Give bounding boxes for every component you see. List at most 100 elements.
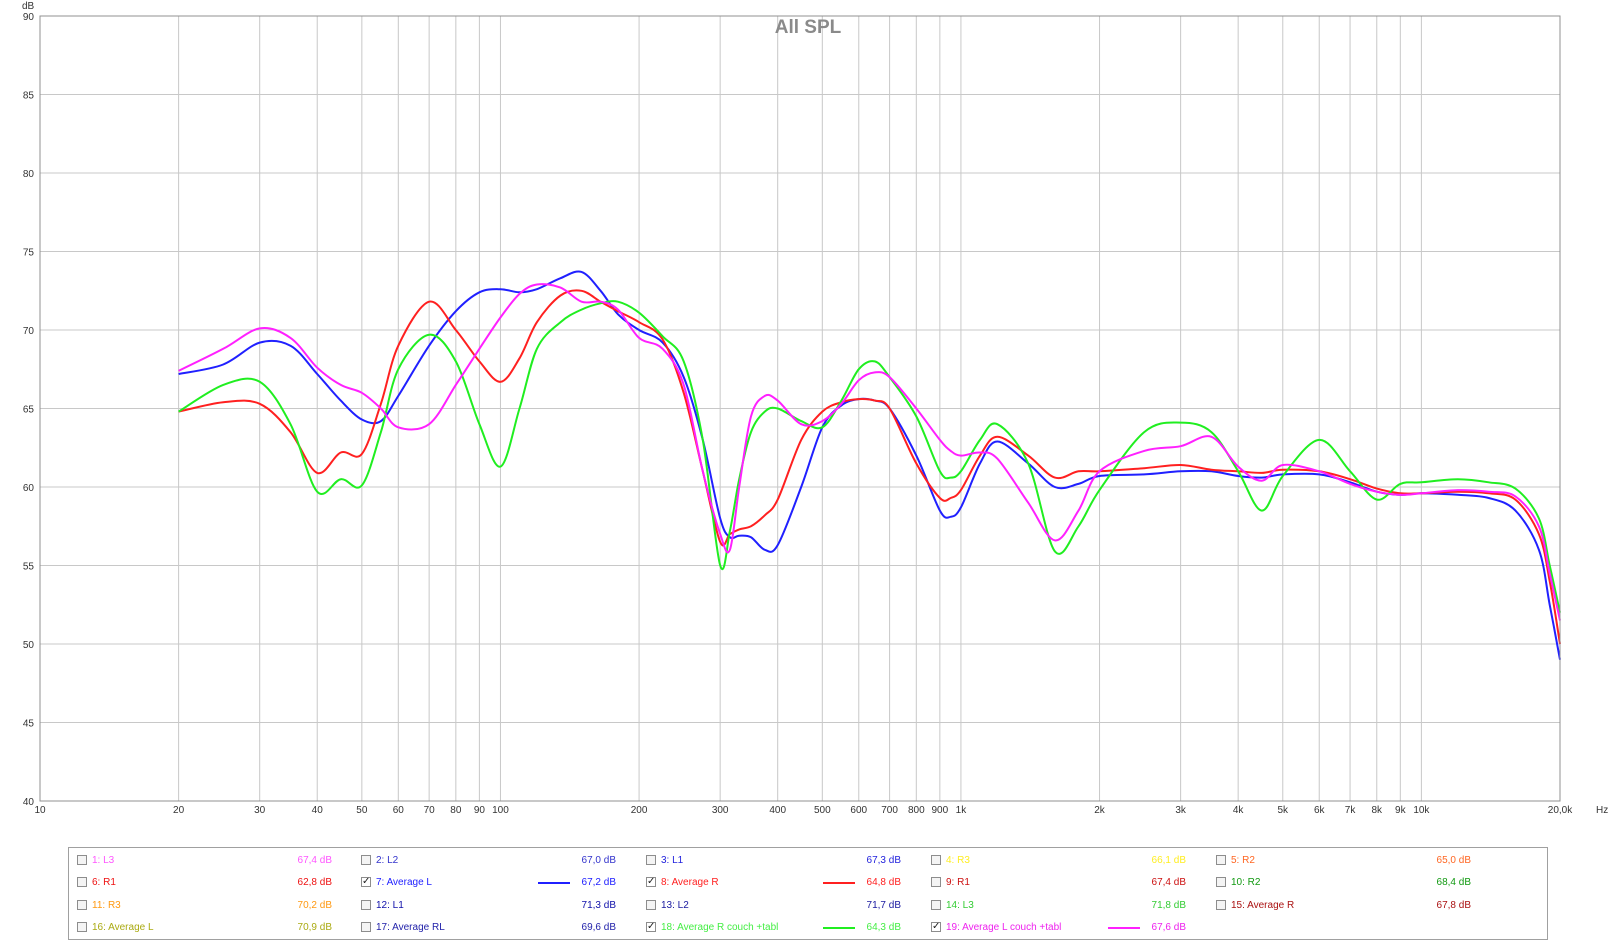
legend-checkbox[interactable] xyxy=(77,900,87,910)
y-tick-label: 80 xyxy=(23,169,35,180)
legend-value: 67,4 dB xyxy=(1151,877,1186,888)
legend-item: 1: L3 67,4 dB xyxy=(77,854,332,874)
legend-swatch xyxy=(538,882,570,884)
x-tick-label: 300 xyxy=(712,805,729,816)
legend-label: 18: Average R couch +tabl xyxy=(661,922,779,933)
x-tick-label: 6k xyxy=(1314,805,1326,816)
legend-checkbox[interactable] xyxy=(1216,877,1226,887)
x-tick-label: 400 xyxy=(769,805,786,816)
y-tick-label: 75 xyxy=(23,248,35,259)
legend-value: 65,0 dB xyxy=(1436,855,1471,866)
x-tick-label: 40 xyxy=(312,805,324,816)
y-tick-label: 65 xyxy=(23,405,35,416)
legend-value: 69,6 dB xyxy=(581,922,616,933)
x-tick-label: 10k xyxy=(1413,805,1430,816)
spl-chart: 40 45 50 55 60 65 70 75 80 85 90 10 20 30 40 50 60 70 80 9… xyxy=(22,1,1608,816)
legend-item: 11: R3 70,2 dB xyxy=(77,899,332,919)
legend-item: 14: L3 71,8 dB xyxy=(931,899,1186,919)
legend-item: 6: R1 62,8 dB xyxy=(77,876,332,896)
x-tick-label: 9k xyxy=(1395,805,1407,816)
legend-label: 4: R3 xyxy=(946,855,970,866)
legend-item: 9: R1 67,4 dB xyxy=(931,876,1186,896)
series-line-4 xyxy=(178,283,1561,621)
x-tick-label: 500 xyxy=(814,805,831,816)
legend-item: 5: R2 65,0 dB xyxy=(1216,854,1471,874)
y-axis-unit: dB xyxy=(22,1,35,12)
x-tick-label: 10 xyxy=(34,805,46,816)
legend-checkbox[interactable] xyxy=(1216,900,1226,910)
legend-checkbox[interactable] xyxy=(931,900,941,910)
legend-label: 11: R3 xyxy=(92,900,121,911)
x-tick-label: 700 xyxy=(881,805,898,816)
x-tick-label: 30 xyxy=(254,805,266,816)
legend-label: 17: Average RL xyxy=(376,922,445,933)
x-tick-label: 1k xyxy=(956,805,968,816)
legend-item: 12: L1 71,3 dB xyxy=(361,899,616,919)
legend-checkbox[interactable] xyxy=(77,877,87,887)
legend-label: 13: L2 xyxy=(661,900,689,911)
legend-value: 70,2 dB xyxy=(297,900,332,911)
y-tick-label: 45 xyxy=(23,719,35,730)
legend-swatch xyxy=(1108,927,1140,929)
legend-item: 3: L1 67,3 dB xyxy=(646,854,901,874)
legend-label: 16: Average L xyxy=(92,922,154,933)
y-tick-label: 90 xyxy=(23,12,35,23)
x-tick-label: 2k xyxy=(1094,805,1106,816)
x-tick-label: 200 xyxy=(631,805,648,816)
x-tick-label: 100 xyxy=(492,805,509,816)
x-tick-label: 50 xyxy=(356,805,368,816)
legend-label: 9: R1 xyxy=(946,877,970,888)
legend-label: 12: L1 xyxy=(376,900,404,911)
legend-label: 19: Average L couch +tabl xyxy=(946,922,1062,933)
legend-checkbox[interactable] xyxy=(931,877,941,887)
legend-checkbox[interactable]: ✓ xyxy=(931,922,941,932)
x-tick-label: 8k xyxy=(1371,805,1383,816)
legend-swatch xyxy=(823,927,855,929)
legend-swatch xyxy=(823,882,855,884)
legend-value: 67,3 dB xyxy=(866,855,901,866)
legend-checkbox[interactable] xyxy=(646,900,656,910)
x-tick-label: 900 xyxy=(932,805,949,816)
legend-checkbox[interactable] xyxy=(646,855,656,865)
x-tick-label: 20 xyxy=(173,805,185,816)
legend-item: ✓ 18: Average R couch +tabl 64,3 dB xyxy=(646,921,901,941)
legend-checkbox[interactable] xyxy=(77,855,87,865)
legend-value: 68,4 dB xyxy=(1436,877,1471,888)
legend-label: 6: R1 xyxy=(92,877,116,888)
legend-item: 15: Average R 67,8 dB xyxy=(1216,899,1471,919)
legend-label: 3: L1 xyxy=(661,855,684,866)
legend-checkbox[interactable] xyxy=(361,922,371,932)
legend-checkbox[interactable] xyxy=(361,900,371,910)
legend-checkbox[interactable] xyxy=(77,922,87,932)
legend-item: ✓ 8: Average R 64,8 dB xyxy=(646,876,901,896)
y-axis-ticks: 40 45 50 55 60 65 70 75 80 85 90 xyxy=(23,12,35,808)
y-tick-label: 40 xyxy=(23,797,35,808)
legend-value: 67,2 dB xyxy=(581,877,616,888)
legend-checkbox[interactable]: ✓ xyxy=(361,877,371,887)
legend-value: 70,9 dB xyxy=(297,922,332,933)
legend-checkbox[interactable] xyxy=(931,855,941,865)
y-tick-label: 55 xyxy=(23,562,35,573)
legend-item: 17: Average RL 69,6 dB xyxy=(361,921,616,941)
legend-value: 67,0 dB xyxy=(581,855,616,866)
legend-value: 71,3 dB xyxy=(581,900,616,911)
legend-checkbox[interactable] xyxy=(1216,855,1226,865)
x-tick-label: 800 xyxy=(908,805,925,816)
x-tick-label: 90 xyxy=(474,805,486,816)
legend-checkbox[interactable] xyxy=(361,855,371,865)
legend-label: 10: R2 xyxy=(1231,877,1261,888)
legend-label: 2: L2 xyxy=(376,855,399,866)
legend-label: 5: R2 xyxy=(1231,855,1255,866)
legend-item: ✓ 7: Average L 67,2 dB xyxy=(361,876,616,896)
legend-label: 8: Average R xyxy=(661,877,719,888)
legend-label: 15: Average R xyxy=(1231,900,1295,911)
x-tick-label: 70 xyxy=(424,805,436,816)
legend-label: 7: Average L xyxy=(376,877,432,888)
legend-checkbox[interactable]: ✓ xyxy=(646,877,656,887)
x-tick-label: 4k xyxy=(1233,805,1245,816)
legend-item: 10: R2 68,4 dB xyxy=(1216,876,1471,896)
x-axis-unit: Hz xyxy=(1596,805,1608,816)
x-axis-ticks: 10 20 30 40 50 60 70 80 90 100 200 300 400 500 600 700 8… xyxy=(34,805,1573,816)
y-tick-label: 85 xyxy=(23,91,35,102)
legend-checkbox[interactable]: ✓ xyxy=(646,922,656,932)
